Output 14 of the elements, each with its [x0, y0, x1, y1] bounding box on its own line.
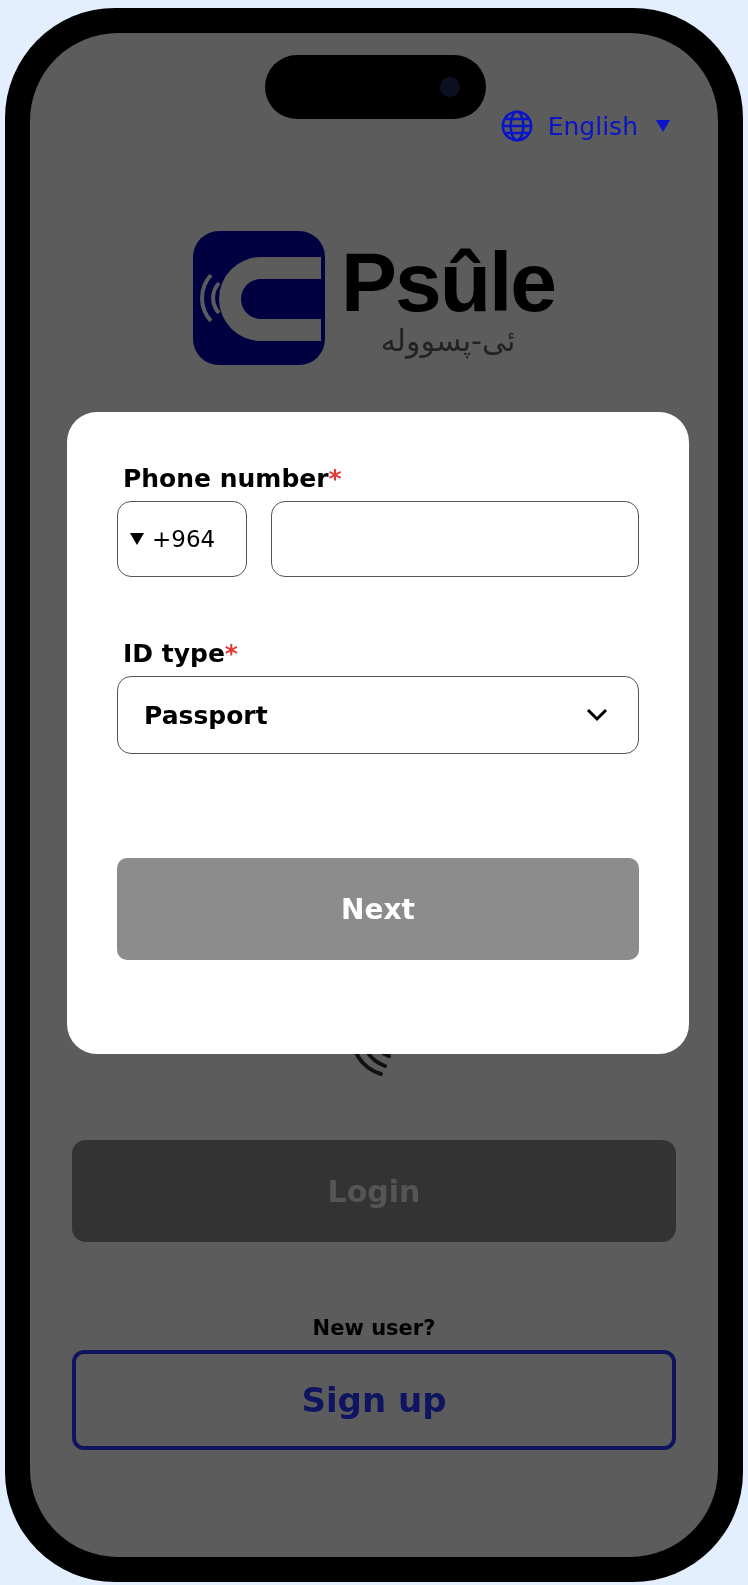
brand-subtitle: ئی-پسوولە: [380, 323, 516, 357]
logo-icon: [192, 231, 325, 365]
globe-icon: [499, 109, 534, 143]
field-label: ID type*: [123, 639, 239, 668]
caret-icon: [656, 120, 670, 132]
country-code-selector[interactable]: +964: [117, 501, 247, 577]
id-type-dropdown[interactable]: Passport: [117, 676, 639, 754]
phone-number-field[interactable]: [271, 501, 639, 577]
field-label: Phone number*: [123, 464, 343, 493]
brand-name: Psûle: [340, 239, 556, 324]
new-user-text: New user?: [312, 1316, 436, 1340]
caret-icon: [130, 533, 144, 545]
sign-up-button[interactable]: Sign up: [72, 1350, 676, 1450]
chevron-down-icon: [586, 708, 608, 722]
